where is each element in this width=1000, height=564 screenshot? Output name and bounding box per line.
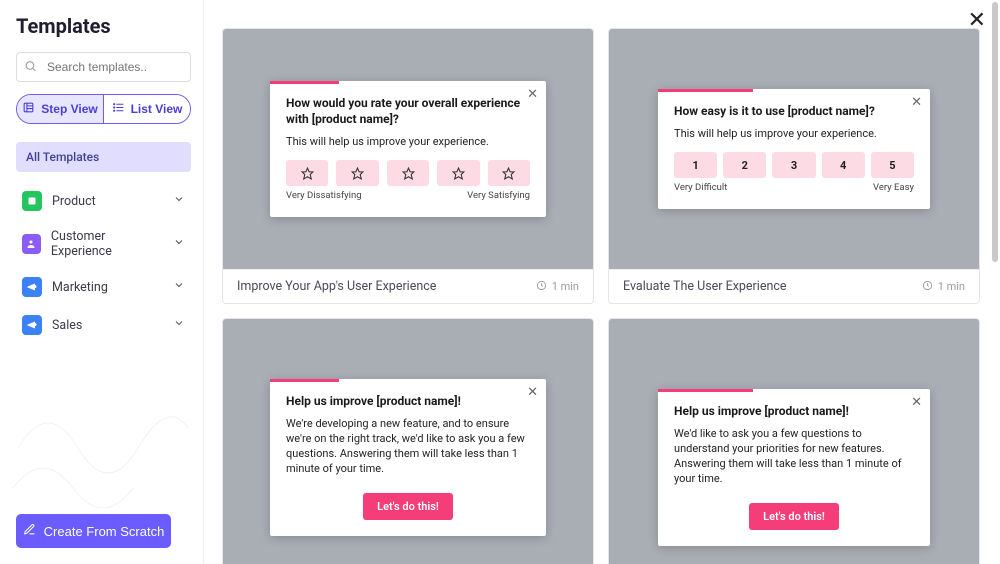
category-list: Product Customer Experience Marketing [16,182,191,344]
all-templates-item[interactable]: All Templates [16,142,191,172]
marketing-icon [22,277,42,297]
template-time: 1 min [536,280,579,294]
list-view-label: List View [131,102,183,116]
num-option: 3 [772,152,815,178]
close-icon: ✕ [527,87,538,102]
page-title: Templates [16,14,191,38]
star-option [336,160,378,186]
template-title: Evaluate The User Experience [623,279,787,294]
chevron-down-icon [173,279,185,295]
template-card[interactable]: ✕ How easy is it to use [product name]? … [608,28,980,304]
survey-subtext: This will help us improve your experienc… [286,135,530,150]
template-card[interactable]: ✕ How would you rate your overall experi… [222,28,594,304]
num-option: 5 [871,152,914,178]
chevron-down-icon [173,236,185,252]
scale-right-label: Very Satisfying [467,190,530,201]
customer-experience-icon [22,234,41,254]
survey-subtext: We'd like to ask you a few questions to … [674,427,914,486]
create-button-label: Create From Scratch [44,524,165,539]
close-icon[interactable]: ✕ [968,8,986,33]
list-view-button[interactable]: List View [103,95,190,123]
sidebar-item-label: Sales [52,318,82,333]
chevron-down-icon [173,317,185,333]
clock-icon [536,280,547,294]
star-option [286,160,328,186]
template-card[interactable]: ✕ Help us improve [product name]! We're … [222,318,594,564]
scale-right-label: Very Easy [873,182,914,193]
num-option: 4 [822,152,865,178]
all-templates-label: All Templates [26,150,99,164]
number-rating: 1 2 3 4 5 [674,152,914,178]
sidebar-item-marketing[interactable]: Marketing [16,268,191,306]
search-input[interactable] [16,52,191,82]
scale-left-label: Very Dissatisfying [286,190,362,201]
step-view-button[interactable]: Step View [17,95,103,123]
progress-bar [270,379,339,382]
progress-bar [658,389,753,392]
survey-subtext: We're developing a new feature, and to e… [286,417,530,476]
template-preview: ✕ How easy is it to use [product name]? … [609,29,979,269]
star-rating [286,160,530,186]
survey-heading: How would you rate your overall experien… [286,95,530,127]
survey-cta-button: Let's do this! [749,503,839,530]
create-from-scratch-button[interactable]: Create From Scratch [16,514,171,548]
template-footer: Evaluate The User Experience 1 min [609,269,979,303]
progress-bar [658,89,753,92]
template-time: 1 min [922,280,965,294]
sales-icon [22,315,42,335]
star-option [437,160,479,186]
sidebar-item-label: Customer Experience [51,229,163,259]
template-footer: Improve Your App's User Experience 1 min [223,269,593,303]
survey-cta-button: Let's do this! [363,493,453,520]
search-input-wrap [16,52,191,82]
close-icon: ✕ [911,95,922,110]
progress-bar [270,81,339,84]
survey-mockup: ✕ How easy is it to use [product name]? … [658,89,930,209]
survey-heading: How easy is it to use [product name]? [674,103,914,119]
survey-mockup: ✕ Help us improve [product name]! We'd l… [658,389,930,546]
product-icon [22,191,42,211]
step-view-icon [22,101,35,117]
sidebar-item-label: Product [52,194,96,209]
pencil-icon [23,523,36,539]
template-preview: ✕ Help us improve [product name]! We're … [223,319,593,564]
survey-heading: Help us improve [product name]! [286,393,530,409]
view-toggle: Step View List View [16,94,191,124]
scale-left-label: Very Difficult [674,182,727,193]
survey-subtext: This will help us improve your experienc… [674,127,914,142]
star-option [387,160,429,186]
num-option: 2 [723,152,766,178]
survey-heading: Help us improve [product name]! [674,403,914,419]
clock-icon [922,280,933,294]
num-option: 1 [674,152,717,178]
decorative-squiggle [8,388,188,508]
template-preview: ✕ Help us improve [product name]! We'd l… [609,319,979,564]
template-preview: ✕ How would you rate your overall experi… [223,29,593,269]
scrollbar[interactable] [992,0,998,564]
template-title: Improve Your App's User Experience [237,279,436,294]
sidebar-item-label: Marketing [52,280,108,295]
step-view-label: Step View [41,102,97,116]
chevron-down-icon [173,193,185,209]
list-view-icon [112,101,125,117]
star-option [488,160,530,186]
template-card[interactable]: ✕ Help us improve [product name]! We'd l… [608,318,980,564]
sidebar-item-sales[interactable]: Sales [16,306,191,344]
search-icon [24,58,37,77]
survey-mockup: ✕ Help us improve [product name]! We're … [270,379,546,536]
template-grid-area: ✕ How would you rate your overall experi… [204,0,1000,564]
sidebar: Templates Step View List View All [0,0,204,564]
sidebar-item-customer-experience[interactable]: Customer Experience [16,220,191,268]
close-icon: ✕ [911,395,922,410]
survey-mockup: ✕ How would you rate your overall experi… [270,81,546,217]
close-icon: ✕ [527,385,538,400]
sidebar-item-product[interactable]: Product [16,182,191,220]
